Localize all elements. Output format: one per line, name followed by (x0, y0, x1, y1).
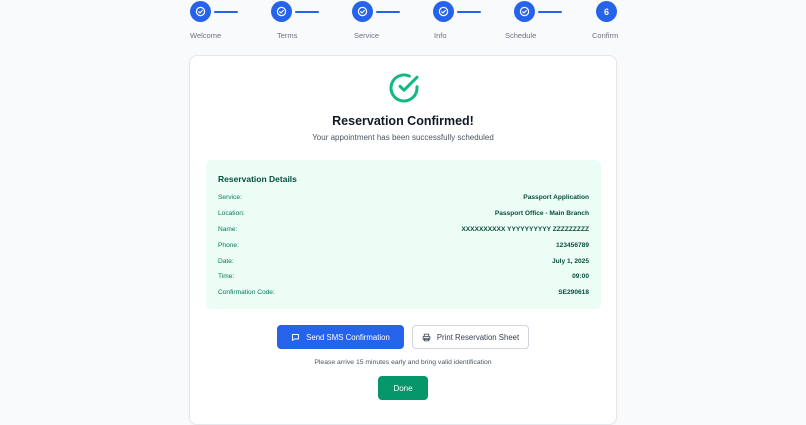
detail-value: 123456789 (555, 242, 589, 249)
arrival-note: Please arrive 15 minutes early and bring… (314, 359, 492, 366)
step-connector (214, 11, 238, 13)
detail-value: July 1, 2025 (551, 258, 589, 265)
detail-label: Name: (218, 226, 238, 233)
step-label: Confirm (592, 31, 619, 40)
detail-row-confirmation-code: Confirmation Code: SE290618 (218, 289, 589, 299)
detail-label: Date: (218, 258, 234, 265)
done-button[interactable]: Done (378, 376, 428, 400)
printer-icon (422, 333, 431, 342)
step-label: Welcome (190, 31, 222, 40)
detail-label: Service: (218, 194, 242, 201)
page-subtitle: Your appointment has been successfully s… (312, 133, 494, 142)
detail-row-service: Service: Passport Application (218, 194, 589, 204)
details-title: Reservation Details (218, 174, 297, 184)
step-label: Service (354, 31, 380, 40)
detail-value: SE290618 (558, 289, 589, 296)
step-connector (376, 11, 400, 13)
detail-value: 09:00 (572, 273, 589, 280)
send-sms-button[interactable]: Send SMS Confirmation (277, 325, 404, 349)
print-reservation-label: Print Reservation Sheet (436, 332, 520, 342)
check-icon (514, 1, 535, 22)
step-connector (295, 11, 319, 13)
progress-stepper: Welcome Terms Service Info Schedule 6 Co… (0, 0, 806, 48)
step-label: Terms (277, 31, 298, 40)
print-reservation-button[interactable]: Print Reservation Sheet (412, 325, 529, 349)
detail-value: Passport Application (523, 194, 589, 201)
detail-row-location: Location: Passport Office - Main Branch (218, 210, 589, 220)
check-icon (352, 1, 373, 22)
detail-row-date: Date: July 1, 2025 (218, 258, 589, 268)
detail-value: XXXXXXXXXX YYYYYYYYYY ZZZZZZZZZ (461, 226, 589, 233)
detail-label: Confirmation Code: (218, 289, 275, 296)
step-label: Schedule (505, 31, 537, 40)
step-number: 6 (596, 1, 617, 22)
step-label: Info (434, 31, 447, 40)
detail-row-time: Time: 09:00 (218, 273, 589, 283)
message-icon (291, 333, 300, 342)
check-icon (271, 1, 292, 22)
detail-value: Passport Office - Main Branch (494, 210, 589, 217)
send-sms-label: Send SMS Confirmation (306, 332, 390, 342)
check-icon (190, 1, 211, 22)
detail-label: Phone: (218, 242, 239, 249)
page-title: Reservation Confirmed! (332, 114, 474, 128)
detail-row-name: Name: XXXXXXXXXX YYYYYYYYYY ZZZZZZZZZ (218, 226, 589, 236)
detail-row-phone: Phone: 123456789 (218, 242, 589, 252)
step-connector (457, 11, 481, 13)
check-icon (433, 1, 454, 22)
confirmation-card: Reservation Confirmed! Your appointment … (189, 55, 617, 425)
detail-label: Time: (218, 273, 235, 280)
reservation-details-panel: Reservation Details Service: Passport Ap… (206, 160, 601, 309)
check-circle-icon (388, 72, 420, 104)
step-connector (538, 11, 562, 13)
detail-label: Location: (218, 210, 245, 217)
